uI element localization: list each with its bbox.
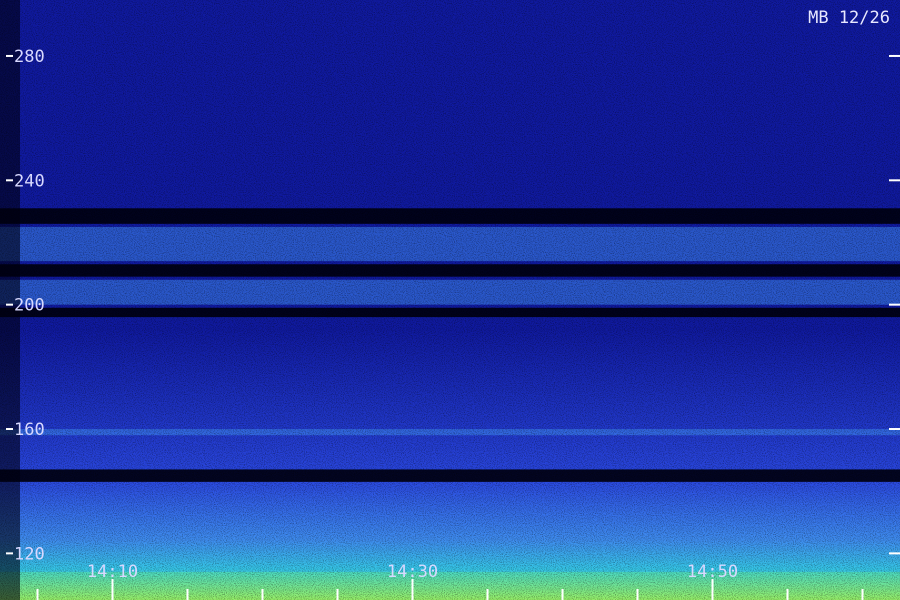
y-tick-label: 280 [14,47,45,67]
x-tick-label: 14:50 [687,562,738,582]
x-tick-label: 14:30 [387,562,438,582]
noise-overlay [0,0,900,600]
spectrogram-chart: 120 160 200 240 280 14:10 14:30 14:50 MB 12/26 [0,0,900,600]
y-tick-label: 160 [14,420,45,440]
y-tick-label: 240 [14,171,45,191]
y-tick-label: 120 [14,544,45,564]
chart-title: MB 12/26 [808,8,890,28]
x-tick-label: 14:10 [87,562,138,582]
y-tick-label: 200 [14,296,45,316]
